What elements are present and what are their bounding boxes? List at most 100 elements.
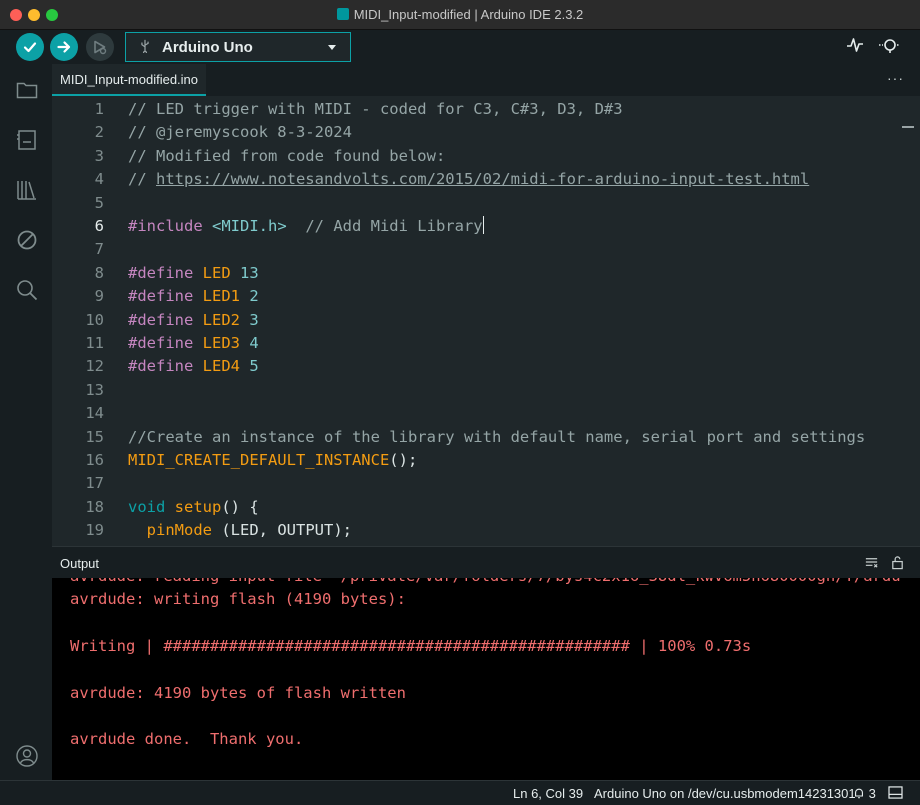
code-token: #define	[128, 334, 203, 352]
cursor-position: Ln 6, Col 39	[513, 786, 584, 801]
code-token: #include	[128, 217, 212, 235]
chevron-down-icon	[328, 45, 336, 50]
code-token: <MIDI.h>	[212, 217, 287, 235]
verify-button[interactable]	[16, 33, 44, 61]
code-line: 14	[52, 402, 920, 425]
code-line: 10 #define LED2 3	[52, 309, 920, 332]
code-token: 4	[249, 334, 259, 352]
code-line: 9 #define LED1 2	[52, 285, 920, 308]
code-line: 2 // @jeremyscook 8-3-2024	[52, 121, 920, 144]
board-name: Arduino Uno	[162, 38, 253, 56]
line-number: 4	[94, 170, 104, 189]
code-token: // @jeremyscook 8-3-2024	[128, 123, 352, 142]
code-text: #define LED1 2	[128, 285, 259, 308]
code-token: // Add Midi Library	[286, 217, 483, 235]
line-number: 15	[85, 427, 104, 446]
code-token: //Create an instance of the library with…	[128, 427, 866, 446]
tab-sketch-file[interactable]: MIDI_Input-modified.ino	[52, 64, 207, 96]
upload-button[interactable]	[50, 33, 78, 61]
code-link[interactable]: https://www.notesandvolts.com/2015/02/mi…	[156, 170, 809, 188]
arduino-app-icon	[336, 8, 349, 20]
boards-manager-icon[interactable]	[15, 128, 39, 152]
code-line: 8 #define LED 13	[52, 262, 920, 285]
code-line: 12 #define LED4 5	[52, 355, 920, 378]
line-number: 18	[85, 497, 104, 516]
code-line: 19 pinMode (LED, OUTPUT);	[52, 519, 920, 542]
serial-monitor-icon[interactable]	[878, 36, 900, 59]
code-token: setup	[174, 497, 222, 516]
code-line: 7	[52, 238, 920, 261]
code-token: // LED trigger with MIDI - coded for C3,…	[128, 100, 623, 118]
text-cursor	[482, 216, 485, 234]
arrow-right-icon	[57, 41, 71, 53]
line-number: 10	[85, 310, 104, 329]
code-text: // https://www.notesandvolts.com/2015/02…	[128, 168, 809, 191]
code-token: LED1	[202, 287, 240, 306]
code-token: (LED, OUTPUT);	[212, 521, 352, 540]
code-token: #define	[128, 357, 203, 376]
line-number: 8	[94, 263, 104, 282]
account-icon[interactable]	[15, 744, 39, 768]
code-token: #define	[128, 310, 203, 329]
code-token: MIDI_CREATE_DEFAULT_INSTANCE	[128, 451, 390, 469]
code-text: // LED trigger with MIDI - coded for C3,…	[128, 98, 623, 121]
scroll-lock-icon[interactable]	[890, 555, 905, 573]
board-selector[interactable]: Arduino Uno	[125, 32, 351, 62]
code-text: #define LED 13	[128, 262, 259, 285]
output-title: Output	[60, 556, 100, 571]
code-text: #define LED4 5	[128, 355, 259, 378]
code-line: 11 #define LED3 4	[52, 332, 920, 355]
notifications-indicator[interactable]: 3	[853, 786, 876, 801]
activity-sidebar	[0, 64, 52, 780]
output-line: avrdude: 4190 bytes of flash written	[70, 683, 406, 702]
line-number: 16	[85, 451, 104, 469]
line-number: 14	[85, 404, 104, 423]
code-line: 13	[52, 379, 920, 402]
toggle-panel-icon[interactable]	[888, 786, 903, 802]
bell-icon	[855, 788, 863, 799]
window-title: MIDI_Input-modified | Arduino IDE 2.3.2	[353, 7, 584, 22]
debug-panel-icon[interactable]	[15, 228, 39, 252]
code-token: LED2	[202, 310, 240, 329]
serial-plotter-icon[interactable]	[846, 36, 864, 59]
code-line: 16 MIDI_CREATE_DEFAULT_INSTANCE();	[52, 449, 920, 472]
debug-button[interactable]	[86, 33, 114, 61]
board-port-status[interactable]: Arduino Uno on /dev/cu.usbmodem14231301	[594, 786, 856, 801]
output-console[interactable]: avrdude: reading input file "/private/va…	[52, 578, 920, 780]
toolbar: Arduino Uno	[0, 30, 920, 64]
folder-icon[interactable]	[15, 78, 39, 102]
code-token: ();	[389, 451, 418, 469]
clear-output-icon[interactable]	[864, 555, 879, 573]
code-token: #define	[128, 263, 203, 282]
code-text: void setup() {	[128, 496, 259, 519]
usb-icon	[138, 39, 156, 56]
code-text: pinMode (LED, OUTPUT);	[128, 519, 352, 542]
library-manager-icon[interactable]	[15, 178, 39, 202]
code-token: () {	[221, 497, 259, 516]
code-token: //	[128, 170, 156, 189]
output-panel-header: Output	[52, 546, 920, 578]
line-number: 17	[85, 474, 104, 493]
line-number: 19	[85, 521, 104, 540]
line-number: 13	[85, 380, 104, 399]
code-line: 6 #include <MIDI.h> // Add Midi Library	[52, 215, 920, 238]
code-text: // Modified from code found below:	[128, 145, 445, 168]
code-token: 13	[240, 263, 259, 282]
search-icon[interactable]	[15, 278, 39, 302]
code-line: 18 void setup() {	[52, 496, 920, 519]
line-number: 9	[94, 287, 104, 306]
editor-tab-bar: MIDI_Input-modified.ino ···	[52, 64, 920, 96]
code-line: 15 //Create an instance of the library wi…	[52, 426, 920, 449]
output-line: avrdude: reading input file "/private/va…	[70, 578, 901, 588]
code-token: #define	[128, 287, 203, 306]
code-editor[interactable]: 1 // LED trigger with MIDI - coded for C3…	[52, 96, 920, 546]
line-number: 6	[94, 217, 104, 235]
more-icon[interactable]: ···	[887, 70, 904, 86]
